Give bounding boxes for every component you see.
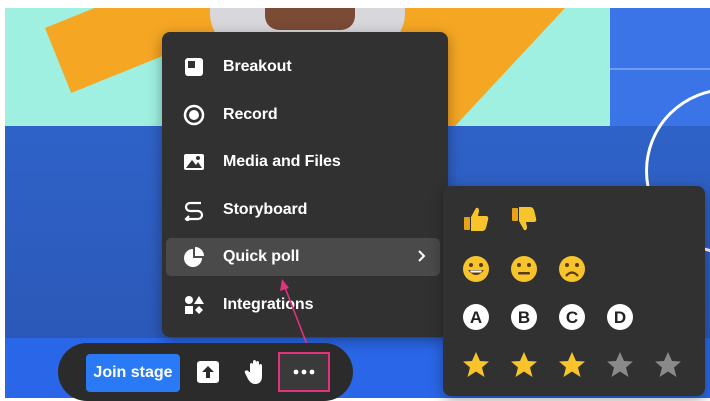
storyboard-icon xyxy=(184,201,204,221)
menu-item-label: Breakout xyxy=(223,58,292,75)
join-stage-button[interactable]: Join stage xyxy=(86,354,180,392)
star-filled-icon[interactable] xyxy=(461,350,491,380)
menu-item-label: Storyboard xyxy=(223,201,308,218)
thumbs-up-icon[interactable] xyxy=(461,204,491,234)
more-options-button[interactable] xyxy=(278,352,330,392)
bottom-toolbar: Join stage xyxy=(58,343,353,401)
raise-hand-icon[interactable] xyxy=(242,358,270,386)
option-c-letter: C xyxy=(566,308,578,327)
neutral-face-icon[interactable] xyxy=(509,254,539,284)
pie-chart-icon xyxy=(184,247,204,267)
option-d-letter: D xyxy=(614,308,626,327)
option-b-letter: B xyxy=(518,308,530,327)
star-filled-icon[interactable] xyxy=(509,350,539,380)
option-b-icon[interactable]: B xyxy=(509,302,539,332)
option-a-letter: A xyxy=(470,308,482,327)
option-c-icon[interactable]: C xyxy=(557,302,587,332)
thumbs-down-icon[interactable] xyxy=(509,204,539,234)
chevron-right-icon xyxy=(418,250,426,262)
record-icon xyxy=(183,104,205,126)
star-empty-icon[interactable] xyxy=(653,350,683,380)
star-empty-icon[interactable] xyxy=(605,350,635,380)
menu-item-record[interactable]: Record xyxy=(166,96,440,134)
image-icon xyxy=(184,154,204,170)
option-d-icon[interactable]: D xyxy=(605,302,635,332)
menu-item-storyboard[interactable]: Storyboard xyxy=(166,191,440,229)
menu-item-media-and-files[interactable]: Media and Files xyxy=(166,143,440,181)
shapes-icon xyxy=(185,296,204,314)
menu-item-label: Record xyxy=(223,106,278,123)
menu-item-quick-poll[interactable]: Quick poll xyxy=(166,238,440,276)
breakout-icon xyxy=(185,58,203,76)
participant-hand xyxy=(265,8,355,30)
more-dots-icon xyxy=(293,369,315,375)
frowning-face-icon[interactable] xyxy=(557,254,587,284)
grinning-face-icon[interactable] xyxy=(461,254,491,284)
option-a-icon[interactable]: A xyxy=(461,302,491,332)
upload-icon[interactable] xyxy=(194,358,222,386)
menu-item-label: Quick poll xyxy=(223,248,300,265)
menu-item-label: Media and Files xyxy=(223,153,341,170)
stage-background-line xyxy=(610,68,710,70)
menu-item-breakout[interactable]: Breakout xyxy=(166,48,440,86)
quick-poll-panel: A B C D xyxy=(443,186,705,396)
star-filled-icon[interactable] xyxy=(557,350,587,380)
